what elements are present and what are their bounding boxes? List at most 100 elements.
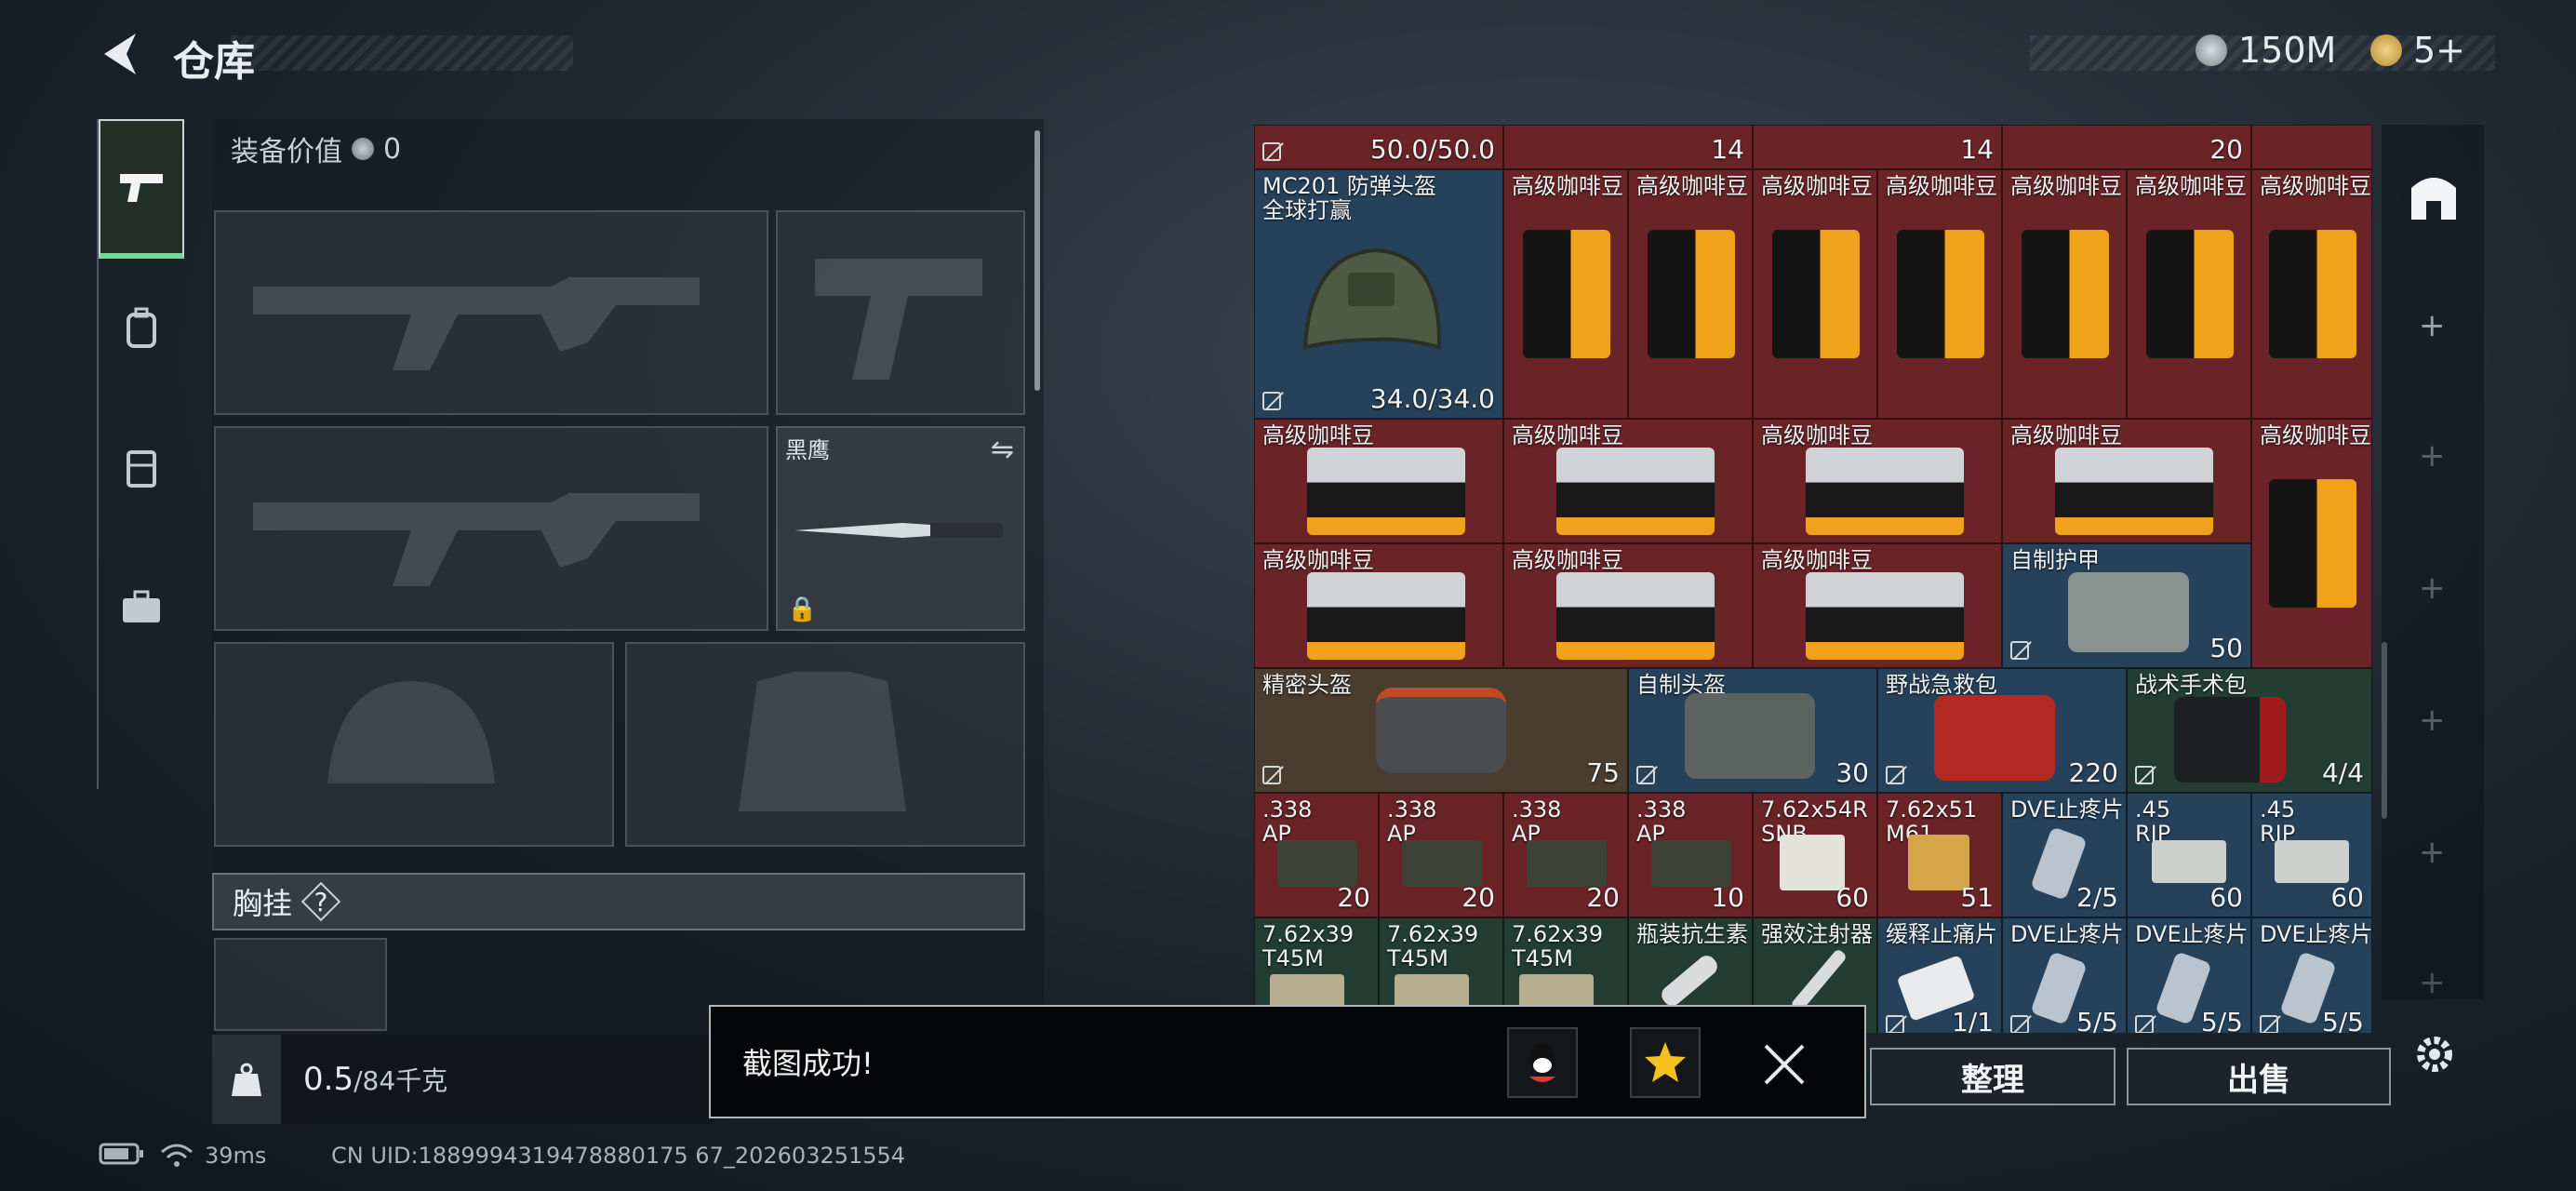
inventory-item-coffee[interactable]: 高级咖啡豆 (1628, 169, 1753, 419)
inventory-item-coffee[interactable]: 高级咖啡豆 (2002, 419, 2251, 543)
inventory-item-painkiller[interactable]: DVE止疼片 2/5 (2002, 793, 2127, 917)
qq-icon (1529, 1043, 1555, 1082)
item-count: 51 (1960, 882, 1994, 913)
silver-coin-icon (2196, 34, 2227, 66)
no-break-icon (1636, 766, 1655, 784)
armor-vest-icon (2068, 572, 2189, 652)
tab-weapons[interactable] (99, 119, 184, 259)
inventory-item-firstaid[interactable]: 野战急救包 220 (1877, 668, 2127, 793)
inventory-cell[interactable] (2251, 125, 2372, 169)
inventory-item-ammo[interactable]: .45 RIP 60 (2127, 793, 2251, 917)
inventory-item-painkiller[interactable]: 缓释止痛片 1/1 (1877, 917, 2002, 1033)
gold-currency[interactable]: 5+ (2370, 30, 2465, 71)
inventory-item-coffee[interactable]: 高级咖啡豆 (1877, 169, 2002, 419)
add-storage-icon[interactable]: + (2419, 437, 2446, 475)
close-icon[interactable] (1760, 1040, 1809, 1089)
inventory-item-ammo[interactable]: .338 AP 10 (1628, 793, 1753, 917)
inventory-item-surgical-kit[interactable]: 战术手术包 4/4 (2127, 668, 2372, 793)
item-name: 高级咖啡豆 (2260, 173, 2371, 199)
item-count: 20 (2209, 134, 2243, 165)
inventory-item-painkiller[interactable]: DVE止疼片 5/5 (2251, 917, 2372, 1033)
inventory-item-coffee[interactable]: 高级咖啡豆 (2127, 169, 2251, 419)
item-name: 高级咖啡豆 (1512, 547, 1623, 573)
inventory-item-coffee[interactable]: 高级咖啡豆 (1503, 169, 1628, 419)
inventory-item-ammo[interactable]: .338 AP 20 (1379, 793, 1503, 917)
qzone-star-icon (1645, 1042, 1686, 1082)
pistol-slot[interactable] (776, 210, 1025, 415)
weight-bar: 0.5 /84千克 (212, 1035, 714, 1124)
no-break-icon (1886, 1015, 1904, 1033)
item-count: 20 (1337, 882, 1370, 913)
inventory-item-painkiller[interactable]: DVE止疼片 5/5 (2127, 917, 2251, 1033)
coffee-pack-icon (2055, 448, 2213, 535)
ammo-box-icon (1527, 840, 1607, 887)
help-icon[interactable]: ? (300, 881, 341, 922)
qzone-share-button[interactable] (1630, 1027, 1701, 1098)
inventory-item-coffee[interactable]: 高级咖啡豆 (1753, 169, 1877, 419)
item-count: 60 (2330, 882, 2364, 913)
inventory-item-coffee[interactable]: 高级咖啡豆 (1753, 419, 2002, 543)
item-uses: 2/5 (2075, 882, 2118, 913)
chest-rig-header[interactable]: 胸挂 ? (212, 873, 1025, 930)
item-name: 瓶装抗生素 (1636, 921, 1748, 947)
inventory-item-coffee[interactable]: 高级咖啡豆 (1753, 543, 2002, 668)
inventory-item-coffee[interactable]: 高级咖啡豆 (1254, 419, 1503, 543)
inventory-item-coffee[interactable]: 高级咖啡豆 (1503, 419, 1753, 543)
item-name: .338 AP (1387, 796, 1437, 847)
organize-button[interactable]: 整理 (1870, 1048, 2116, 1105)
silver-currency[interactable]: 150M (2196, 30, 2336, 71)
inventory-item-painkiller[interactable]: DVE止疼片 5/5 (2002, 917, 2127, 1033)
tab-backpack[interactable] (99, 259, 184, 398)
no-break-icon (2135, 1015, 2154, 1033)
equipment-value-label: 装备价值 (231, 136, 342, 168)
inventory-item-coffee[interactable]: 高级咖啡豆 (1503, 543, 1753, 668)
back-icon[interactable] (93, 26, 149, 82)
melee-slot[interactable]: 黑鹰 ⇋ 🔒 (776, 426, 1025, 631)
tab-vest[interactable] (99, 398, 184, 538)
item-name: DVE止疼片 (2010, 796, 2124, 823)
qq-share-button[interactable] (1507, 1027, 1578, 1098)
inventory-item-armor[interactable]: 自制护甲 50 (2002, 543, 2251, 668)
storage-main-icon[interactable] (2406, 167, 2462, 223)
inventory-item-homemade-helmet[interactable]: 自制头盔 30 (1628, 668, 1877, 793)
inventory-cell[interactable]: 14 (1753, 125, 2002, 169)
inventory-item-coffee[interactable]: 高级咖啡豆 (2002, 169, 2127, 419)
no-break-icon (2260, 1015, 2278, 1033)
add-storage-icon[interactable]: + (2419, 964, 2446, 1001)
inventory-cell[interactable]: 50.0/50.0 (1254, 125, 1503, 169)
helmet-silhouette-icon (327, 681, 495, 783)
inventory-item-precision-helmet[interactable]: 精密头盔 75 (1254, 668, 1628, 793)
item-name: 高级咖啡豆 (1761, 547, 1873, 573)
backpack-icon (127, 307, 156, 348)
sell-button[interactable]: 出售 (2127, 1048, 2391, 1105)
inventory-item-coffee[interactable]: 高级咖啡豆 (1254, 543, 1503, 668)
armor-slot[interactable] (625, 642, 1025, 847)
inventory-item-helmet[interactable]: MC201 防弹头盔 全球打赢 34.0/34.0 (1254, 169, 1503, 419)
item-name: 高级咖啡豆 (1262, 422, 1374, 448)
inventory-item-coffee[interactable]: 高级咖啡豆 (2251, 169, 2372, 419)
swap-icon[interactable]: ⇋ (991, 434, 1014, 466)
inventory-item-ammo[interactable]: .338 AP 20 (1503, 793, 1628, 917)
inventory-item-ammo[interactable]: 7.62x51 M61 51 (1877, 793, 2002, 917)
coffee-bag-icon (2269, 230, 2356, 358)
inventory-grid[interactable]: 50.0/50.0 14 14 20 MC201 防弹头盔 全球打赢 34.0/… (1254, 125, 2372, 1033)
chest-rig-slot[interactable] (214, 938, 387, 1031)
secondary-weapon-slot[interactable] (214, 426, 768, 631)
helmet-slot[interactable] (214, 642, 614, 847)
tab-case[interactable] (99, 538, 184, 677)
inventory-item-coffee[interactable]: 高级咖啡豆 (2251, 419, 2372, 668)
item-durability: 34.0/34.0 (1369, 383, 1495, 414)
inventory-item-ammo[interactable]: .338 AP 20 (1254, 793, 1379, 917)
equipment-scrollbar[interactable] (1034, 130, 1040, 391)
inventory-item-ammo[interactable]: 7.62x54R SNB 60 (1753, 793, 1877, 917)
add-storage-icon[interactable]: + (2419, 834, 2446, 871)
add-storage-icon[interactable]: + (2419, 569, 2446, 607)
settings-gear-icon[interactable] (2411, 1031, 2458, 1077)
item-name: DVE止疼片 (2010, 921, 2124, 947)
add-storage-icon[interactable]: + (2419, 702, 2446, 739)
inventory-item-ammo[interactable]: .45 RIP 60 (2251, 793, 2372, 917)
primary-weapon-slot[interactable] (214, 210, 768, 415)
add-storage-icon[interactable]: + (2419, 307, 2446, 344)
inventory-cell[interactable]: 20 (2002, 125, 2251, 169)
inventory-cell[interactable]: 14 (1503, 125, 1753, 169)
